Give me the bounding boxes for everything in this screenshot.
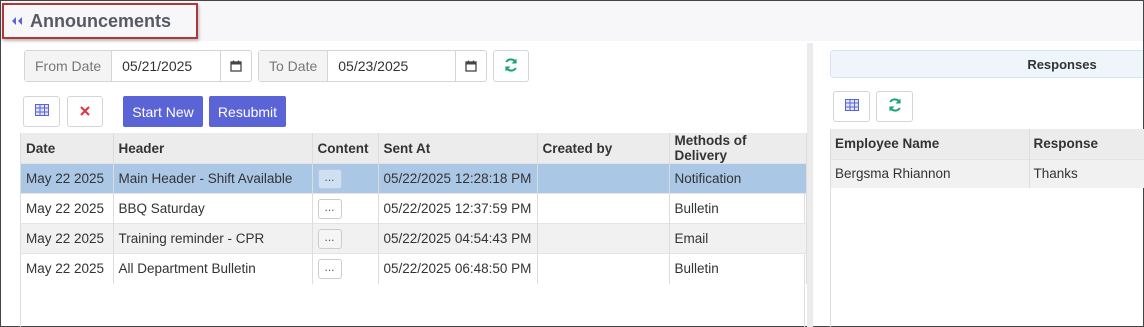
cell-created-by xyxy=(537,223,670,254)
grid-header-row: Date Header Content Sent At Created by M… xyxy=(21,133,807,164)
page-title: Announcements xyxy=(30,10,172,31)
cell-method: Bulletin xyxy=(669,253,807,284)
cell-content: ... xyxy=(312,163,379,194)
cell-method: Bulletin xyxy=(669,193,807,224)
cell-created-by xyxy=(537,163,670,194)
delete-button[interactable] xyxy=(67,96,103,127)
content-view-button[interactable]: ... xyxy=(317,228,342,249)
announcements-grid: Date Header Content Sent At Created by M… xyxy=(20,133,807,327)
cell-date: May 22 2025 xyxy=(21,163,114,194)
from-date-group: From Date 05/21/2025 xyxy=(24,50,252,82)
cell-method: Email xyxy=(669,223,807,254)
responses-header: Responses xyxy=(830,50,1143,78)
content-view-button[interactable]: ... xyxy=(317,168,342,189)
grid-view-button[interactable] xyxy=(23,96,60,127)
to-date-input[interactable]: 05/23/2025 xyxy=(328,51,455,81)
responses-grid-view-button[interactable] xyxy=(833,91,870,122)
table-icon xyxy=(34,104,49,119)
calendar-icon[interactable] xyxy=(220,51,251,81)
table-row[interactable]: May 22 2025 BBQ Saturday ... 05/22/2025 … xyxy=(21,193,807,224)
to-date-label: To Date xyxy=(259,51,329,81)
cell-content: ... xyxy=(312,253,379,284)
column-header-created-by[interactable]: Created by xyxy=(537,133,670,164)
cell-header: All Department Bulletin xyxy=(113,253,313,284)
column-header-response[interactable]: Response xyxy=(1029,129,1144,159)
close-icon xyxy=(80,104,90,119)
table-row[interactable]: May 22 2025 Main Header - Shift Availabl… xyxy=(21,163,807,194)
resubmit-button[interactable]: Resubmit xyxy=(209,96,286,127)
refresh-icon xyxy=(887,97,903,116)
column-header-methods[interactable]: Methods of Delivery xyxy=(669,133,807,164)
column-header-employee-name[interactable]: Employee Name xyxy=(831,129,1030,159)
double-chevron-left-icon[interactable] xyxy=(4,16,30,26)
cell-created-by xyxy=(537,193,670,224)
cell-method: Notification xyxy=(669,163,807,194)
start-new-button[interactable]: Start New xyxy=(123,96,203,127)
page-title-box: Announcements xyxy=(2,3,198,39)
cell-date: May 22 2025 xyxy=(21,193,114,224)
from-date-input[interactable]: 05/21/2025 xyxy=(112,51,220,81)
panel-splitter[interactable] xyxy=(807,43,813,327)
cell-content: ... xyxy=(312,193,379,224)
responses-grid: Employee Name Response Bergsma Rhiannon … xyxy=(830,129,1144,327)
column-header-sent-at[interactable]: Sent At xyxy=(378,133,538,164)
cell-sent-at: 05/22/2025 12:28:18 PM xyxy=(378,163,538,194)
content-view-button[interactable]: ... xyxy=(317,198,342,219)
calendar-icon[interactable] xyxy=(455,51,486,81)
cell-employee-name: Bergsma Rhiannon xyxy=(831,158,1030,188)
cell-header: Main Header - Shift Available xyxy=(113,163,313,194)
to-date-group: To Date 05/23/2025 xyxy=(258,50,487,82)
column-header-content[interactable]: Content xyxy=(312,133,379,164)
cell-sent-at: 05/22/2025 12:37:59 PM xyxy=(378,193,538,224)
cell-sent-at: 05/22/2025 06:48:50 PM xyxy=(378,253,538,284)
cell-date: May 22 2025 xyxy=(21,253,114,284)
cell-sent-at: 05/22/2025 04:54:43 PM xyxy=(378,223,538,254)
from-date-label: From Date xyxy=(25,51,113,81)
responses-refresh-button[interactable] xyxy=(876,91,913,122)
column-header-date[interactable]: Date xyxy=(21,133,114,164)
cell-header: Training reminder - CPR xyxy=(113,223,313,254)
table-row[interactable]: Bergsma Rhiannon Thanks xyxy=(831,158,1144,188)
cell-content: ... xyxy=(312,223,379,254)
refresh-button[interactable] xyxy=(493,50,529,82)
cell-created-by xyxy=(537,253,670,284)
content-view-button[interactable]: ... xyxy=(317,258,342,279)
table-row[interactable]: May 22 2025 All Department Bulletin ... … xyxy=(21,253,807,284)
refresh-icon xyxy=(503,57,519,76)
cell-date: May 22 2025 xyxy=(21,223,114,254)
cell-response: Thanks xyxy=(1029,158,1144,188)
cell-header: BBQ Saturday xyxy=(113,193,313,224)
table-icon xyxy=(844,99,859,114)
table-row[interactable]: May 22 2025 Training reminder - CPR ... … xyxy=(21,223,807,254)
responses-header-row: Employee Name Response xyxy=(831,129,1144,159)
column-header-header[interactable]: Header xyxy=(113,133,313,164)
